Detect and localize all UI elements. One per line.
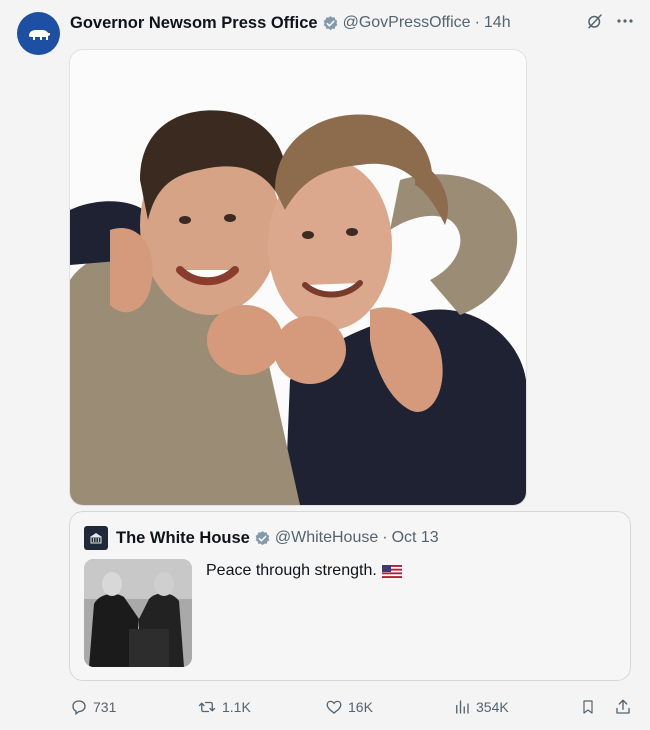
separator-dot: · [474,14,480,31]
views-chart-icon [456,700,469,714]
quoted-author-name[interactable]: The White House [116,529,250,548]
post-header: Governor Newsom Press Office @GovPressOf… [70,12,511,34]
views-button[interactable]: 354K [453,698,509,716]
us-flag-icon [381,564,402,578]
reply-icon [72,700,86,716]
like-count: 16K [348,699,373,715]
bear-icon [28,29,50,40]
quoted-post-photo[interactable] [84,559,192,667]
post-top-actions [586,12,634,30]
author-handle[interactable]: @GovPressOffice [343,14,471,32]
heart-icon [326,700,342,714]
author-avatar[interactable] [17,12,60,55]
quoted-post-header: The White House @WhiteHouse · Oct 13 [84,526,439,550]
like-button[interactable]: 16K [325,698,373,716]
quoted-author-handle[interactable]: @WhiteHouse [275,529,378,547]
post-time[interactable]: 14h [484,14,511,32]
post-action-bar: 731 1.1K 16K 354K [70,696,636,718]
quoted-post-text: Peace through strength. [206,562,377,579]
reply-button[interactable]: 731 [70,698,116,716]
author-name[interactable]: Governor Newsom Press Office [70,14,318,33]
grok-icon[interactable] [586,12,604,30]
verified-badge-icon [254,530,271,547]
share-icon [616,699,630,714]
repost-count: 1.1K [222,699,251,715]
post-photo[interactable] [69,49,527,506]
two-men-photo [70,50,526,505]
views-count: 354K [476,699,509,715]
more-options-icon[interactable] [616,18,634,24]
quoted-post-text-row: Peace through strength. [206,562,402,580]
handshake-photo [84,559,192,667]
quoted-post-date[interactable]: Oct 13 [392,529,439,547]
bookmark-icon [583,700,593,714]
bookmark-button[interactable] [580,698,596,716]
repost-button[interactable]: 1.1K [197,698,251,716]
separator-dot: · [382,529,388,546]
white-house-logo-icon [90,533,102,544]
share-button[interactable] [614,698,632,716]
repost-icon [198,701,216,713]
white-house-avatar[interactable] [84,526,108,550]
quoted-post[interactable]: The White House @WhiteHouse · Oct 13 Pea… [69,511,631,681]
verified-badge-icon [322,15,339,32]
reply-count: 731 [93,699,117,715]
